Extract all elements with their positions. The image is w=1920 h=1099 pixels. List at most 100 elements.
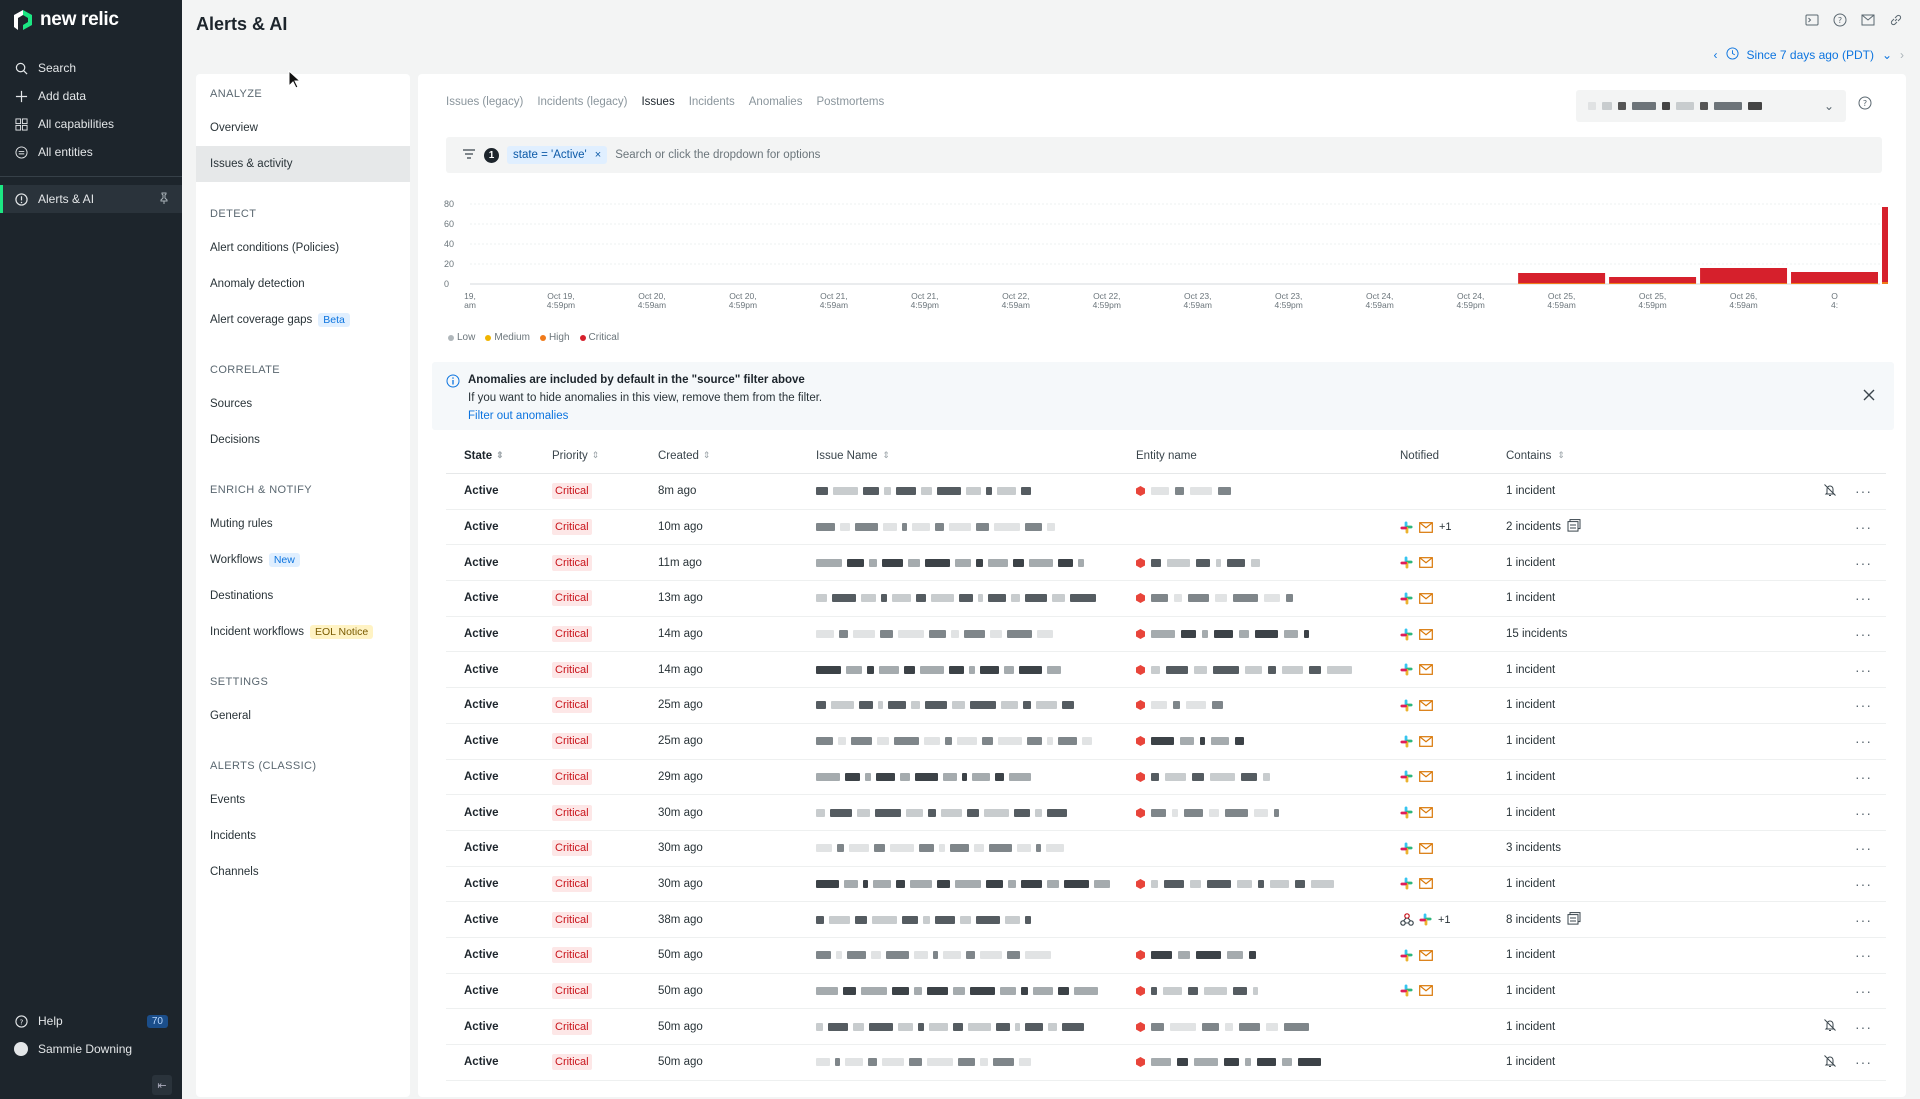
entity-name-cell[interactable] bbox=[1136, 878, 1400, 889]
entity-name-cell[interactable] bbox=[1136, 950, 1400, 961]
secnav-item-anomaly-detection[interactable]: Anomaly detection bbox=[196, 266, 410, 302]
secnav-item-channels[interactable]: Channels bbox=[196, 854, 410, 890]
secnav-item-destinations[interactable]: Destinations bbox=[196, 578, 410, 614]
remove-filter-icon[interactable]: × bbox=[595, 149, 601, 161]
entity-name-cell[interactable] bbox=[1136, 807, 1400, 818]
table-row[interactable]: Active Critical 30m ago 1 incident ··· bbox=[446, 867, 1886, 903]
entity-name-cell[interactable] bbox=[1136, 486, 1400, 497]
sort-icon[interactable]: ⇕ bbox=[496, 450, 504, 461]
table-row[interactable]: Active Critical 50m ago 1 incident ··· bbox=[446, 938, 1886, 974]
table-row[interactable]: Active Critical 11m ago 1 incident ··· bbox=[446, 545, 1886, 582]
bar-high[interactable] bbox=[1700, 283, 1788, 284]
secnav-item-sources[interactable]: Sources bbox=[196, 386, 410, 422]
more-actions-icon[interactable]: ··· bbox=[1855, 733, 1872, 749]
tab-incidents-legacy[interactable]: Incidents (legacy) bbox=[537, 96, 627, 108]
help-circle-icon[interactable]: ? bbox=[1858, 96, 1874, 112]
column-header-contains[interactable]: Contains ⇕ bbox=[1506, 450, 1786, 462]
filter-out-anomalies-link[interactable]: Filter out anomalies bbox=[468, 410, 568, 422]
incidents-stack-icon[interactable] bbox=[1567, 519, 1581, 535]
bar-critical[interactable] bbox=[1518, 273, 1606, 283]
table-row[interactable]: Active Critical 14m ago 15 incidents ··· bbox=[446, 617, 1886, 653]
muted-bell-icon[interactable] bbox=[1823, 1018, 1837, 1035]
more-actions-icon[interactable]: ··· bbox=[1855, 519, 1872, 535]
more-actions-icon[interactable]: ··· bbox=[1855, 983, 1872, 999]
nav-item-user[interactable]: Sammie Downing bbox=[0, 1035, 182, 1063]
chevron-left-icon[interactable]: ‹ bbox=[1714, 48, 1718, 62]
chevron-right-icon[interactable]: › bbox=[1900, 48, 1904, 62]
table-row[interactable]: Active Critical 10m ago +1 2 incidents ··· bbox=[446, 510, 1886, 546]
nav-item-add-data[interactable]: Add data bbox=[0, 82, 182, 110]
time-picker[interactable]: ‹ Since 7 days ago (PDT) ⌄ › bbox=[1714, 47, 1904, 63]
bar-high[interactable] bbox=[1791, 283, 1878, 284]
close-icon[interactable] bbox=[1862, 388, 1876, 402]
sort-icon[interactable]: ⇕ bbox=[703, 450, 711, 461]
sort-icon[interactable]: ⇕ bbox=[592, 450, 600, 461]
column-header-priority[interactable]: Priority ⇕ bbox=[552, 450, 658, 462]
entity-name-cell[interactable] bbox=[1136, 557, 1400, 568]
help-circle-icon[interactable]: ? bbox=[1832, 12, 1848, 28]
more-actions-icon[interactable]: ··· bbox=[1855, 876, 1872, 892]
issue-name-cell[interactable] bbox=[816, 665, 1136, 674]
incidents-stack-icon[interactable] bbox=[1567, 911, 1581, 928]
column-header-issue-name[interactable]: Issue Name ⇕ bbox=[816, 450, 1136, 462]
table-row[interactable]: Active Critical 50m ago 1 incident ··· bbox=[446, 1045, 1886, 1081]
tab-issues[interactable]: Issues bbox=[641, 96, 674, 108]
bar-high[interactable] bbox=[1882, 282, 1920, 284]
secnav-item-alert-conditions-policies[interactable]: Alert conditions (Policies) bbox=[196, 230, 410, 266]
entity-name-cell[interactable] bbox=[1136, 736, 1400, 747]
secnav-item-incident-workflows[interactable]: Incident workflows EOL Notice bbox=[196, 614, 410, 650]
link-icon[interactable] bbox=[1888, 12, 1904, 28]
issue-name-cell[interactable] bbox=[816, 558, 1136, 567]
tab-anomalies[interactable]: Anomalies bbox=[749, 96, 803, 108]
table-row[interactable]: Active Critical 25m ago 1 incident ··· bbox=[446, 688, 1886, 724]
more-actions-icon[interactable]: ··· bbox=[1855, 769, 1872, 785]
tab-issues-legacy[interactable]: Issues (legacy) bbox=[446, 96, 523, 108]
bar-high[interactable] bbox=[1609, 283, 1697, 284]
filter-chip[interactable]: state = 'Active' × bbox=[507, 146, 608, 164]
legend-item[interactable]: Medium bbox=[485, 332, 530, 343]
legend-item[interactable]: Critical bbox=[579, 332, 619, 343]
more-actions-icon[interactable]: ··· bbox=[1855, 555, 1872, 571]
secnav-item-general[interactable]: General bbox=[196, 698, 410, 734]
issue-name-cell[interactable] bbox=[816, 844, 1136, 853]
issue-name-cell[interactable] bbox=[816, 915, 1136, 924]
more-actions-icon[interactable]: ··· bbox=[1855, 662, 1872, 678]
issue-name-cell[interactable] bbox=[816, 1022, 1136, 1031]
view-selector-dropdown[interactable]: ⌄ bbox=[1576, 90, 1846, 122]
nav-item-help[interactable]: ? Help 70 bbox=[0, 1007, 182, 1035]
issue-name-cell[interactable] bbox=[816, 523, 1136, 532]
table-row[interactable]: Active Critical 50m ago 1 incident ··· bbox=[446, 1009, 1886, 1045]
table-row[interactable]: Active Critical 25m ago 1 incident ··· bbox=[446, 724, 1886, 760]
table-row[interactable]: Active Critical 38m ago +1 8 incidents ··· bbox=[446, 902, 1886, 938]
sort-icon[interactable]: ⇕ bbox=[1557, 450, 1565, 461]
pin-icon[interactable] bbox=[158, 192, 170, 207]
issue-name-cell[interactable] bbox=[816, 879, 1136, 888]
bar-critical[interactable] bbox=[1609, 277, 1697, 283]
table-row[interactable]: Active Critical 30m ago 3 incidents ··· bbox=[446, 831, 1886, 867]
secnav-item-events[interactable]: Events bbox=[196, 782, 410, 818]
tab-postmortems[interactable]: Postmortems bbox=[816, 96, 884, 108]
issue-name-cell[interactable] bbox=[816, 630, 1136, 639]
collapse-nav-button[interactable]: ⇤ bbox=[152, 1075, 172, 1095]
column-header-state[interactable]: State ⇕ bbox=[446, 450, 552, 462]
more-actions-icon[interactable]: ··· bbox=[1855, 912, 1872, 928]
table-row[interactable]: Active Critical 30m ago 1 incident ··· bbox=[446, 795, 1886, 831]
more-actions-icon[interactable]: ··· bbox=[1855, 840, 1872, 856]
secnav-item-overview[interactable]: Overview bbox=[196, 110, 410, 146]
entity-name-cell[interactable] bbox=[1136, 985, 1400, 996]
bar-critical[interactable] bbox=[1700, 268, 1788, 283]
entity-name-cell[interactable] bbox=[1136, 1021, 1400, 1032]
sort-icon[interactable]: ⇕ bbox=[882, 450, 890, 461]
column-header-created[interactable]: Created ⇕ bbox=[658, 450, 816, 462]
terminal-icon[interactable] bbox=[1804, 12, 1820, 28]
nav-item-alerts-ai[interactable]: Alerts & AI bbox=[0, 185, 182, 213]
more-actions-icon[interactable]: ··· bbox=[1855, 483, 1872, 499]
secnav-item-alert-coverage-gaps[interactable]: Alert coverage gaps Beta bbox=[196, 302, 410, 338]
nav-item-search[interactable]: Search bbox=[0, 54, 182, 82]
secnav-item-muting-rules[interactable]: Muting rules bbox=[196, 506, 410, 542]
issue-name-cell[interactable] bbox=[816, 986, 1136, 995]
nav-item-all-entities[interactable]: All entities bbox=[0, 138, 182, 166]
secnav-item-incidents[interactable]: Incidents bbox=[196, 818, 410, 854]
table-row[interactable]: Active Critical 14m ago 1 incident ··· bbox=[446, 652, 1886, 689]
secnav-item-decisions[interactable]: Decisions bbox=[196, 422, 410, 458]
